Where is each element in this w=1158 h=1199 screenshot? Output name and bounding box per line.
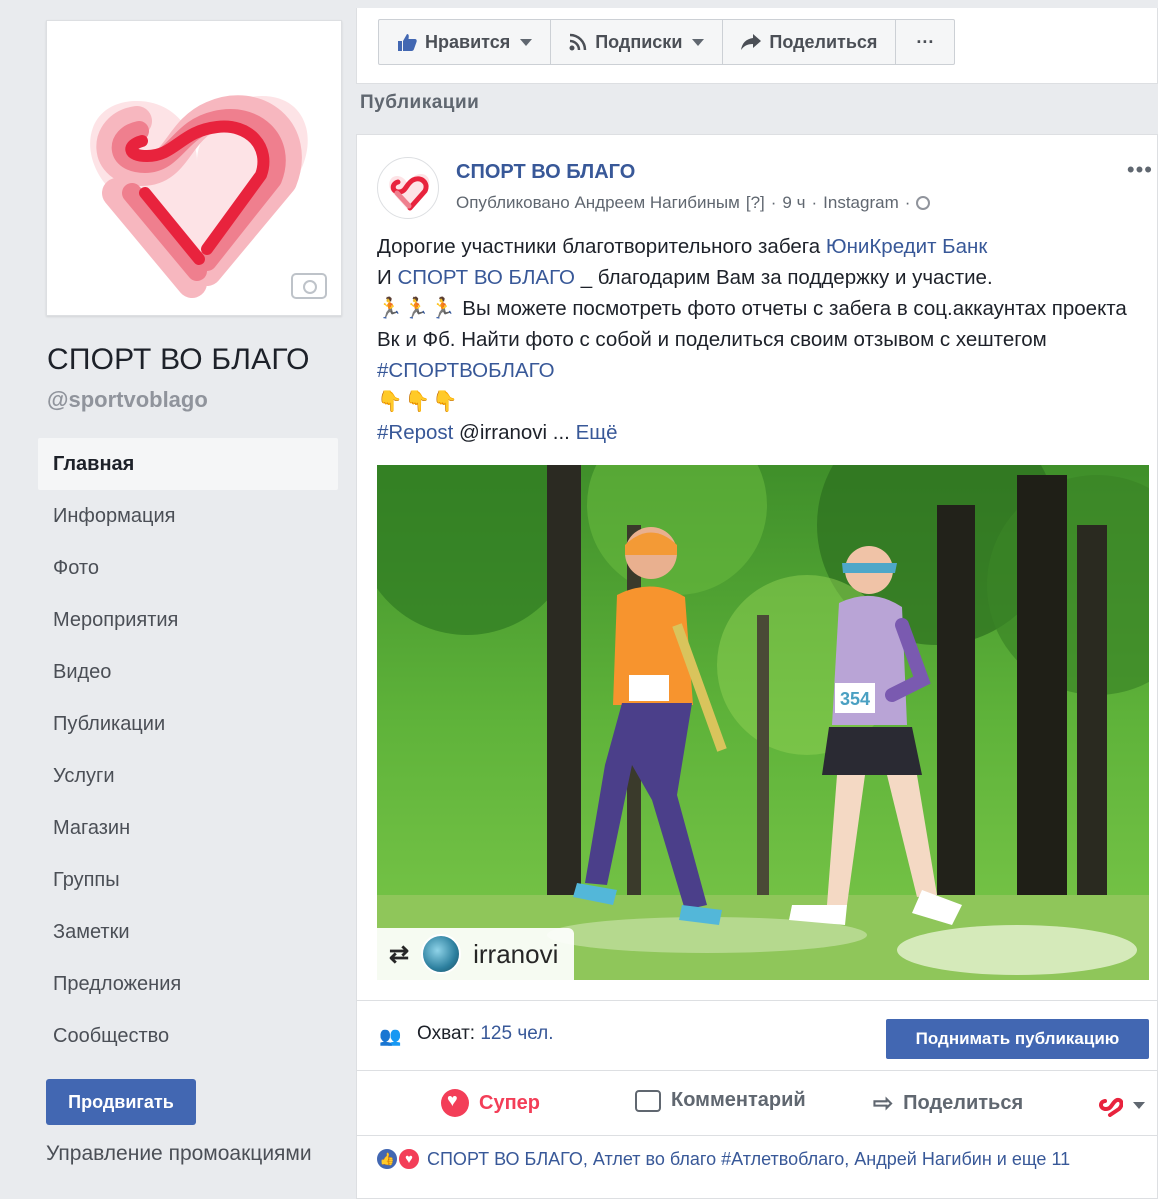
post-card: СПОРТ ВО БЛАГО Опубликовано Андреем Наги… bbox=[356, 134, 1158, 1199]
post-text-part: Вы можете посмотреть фото отчеты с забег… bbox=[377, 297, 1127, 351]
follow-label: Подписки bbox=[595, 32, 683, 52]
post-options-button[interactable]: ••• bbox=[1127, 157, 1153, 183]
sidebar-item-notes[interactable]: Заметки bbox=[38, 906, 338, 958]
rss-icon bbox=[569, 33, 587, 51]
share-post-label: Поделиться bbox=[903, 1092, 1024, 1114]
like-page-label: Нравится bbox=[425, 32, 511, 52]
page-handle[interactable]: @sportvoblago bbox=[47, 387, 208, 413]
follow-button[interactable]: Подписки bbox=[551, 20, 724, 64]
bib-number: 354 bbox=[840, 689, 870, 709]
section-title: Публикации bbox=[360, 92, 480, 113]
camera-icon[interactable] bbox=[291, 273, 327, 299]
comment-label: Комментарий bbox=[671, 1089, 806, 1111]
repost-user-avatar bbox=[421, 934, 462, 974]
sidebar-item-videos[interactable]: Видео bbox=[38, 646, 338, 698]
reach-value[interactable]: 125 чел. bbox=[480, 1023, 553, 1044]
sport-vo-blago-logo bbox=[90, 95, 308, 298]
see-more-link[interactable]: Ещё bbox=[576, 421, 618, 444]
share-page-label: Поделиться bbox=[769, 32, 878, 52]
reactors-summary[interactable]: 👍 ♥ СПОРТ ВО БЛАГО, Атлет во благо #Атле… bbox=[375, 1147, 1070, 1171]
post-text-part: _ благодарим Вам за поддержку и участие. bbox=[575, 266, 993, 289]
runners-photo: 354 bbox=[377, 465, 1149, 980]
comment-button[interactable]: Комментарий bbox=[635, 1089, 806, 1112]
like-page-button[interactable]: Нравится bbox=[379, 20, 552, 64]
repost-hashtag-link[interactable]: #Repost bbox=[377, 421, 453, 444]
chevron-down-icon bbox=[520, 38, 533, 46]
sidebar-item-home[interactable]: Главная bbox=[38, 438, 338, 490]
more-actions-button[interactable]: ··· bbox=[896, 20, 954, 64]
post-text: Дорогие участники благотворительного заб… bbox=[377, 231, 1147, 448]
sidebar-nav: Главная Информация Фото Мероприятия Виде… bbox=[38, 438, 338, 1062]
like-reaction-icon: 👍 bbox=[375, 1147, 399, 1171]
reach-row: 👥 Охват: 125 чел. Поднимать публикацию bbox=[357, 1000, 1158, 1070]
reaction-bar: Супер Комментарий ⇨ Поделиться bbox=[357, 1070, 1158, 1136]
runner-emoji: 🏃🏃🏃 bbox=[377, 297, 457, 320]
sidebar-item-services[interactable]: Услуги bbox=[38, 750, 338, 802]
repost-icon: ⇄ bbox=[389, 940, 410, 968]
comment-icon bbox=[635, 1089, 661, 1112]
share-page-button[interactable]: Поделиться bbox=[723, 20, 897, 64]
love-reaction-icon: ♥ bbox=[397, 1147, 421, 1171]
post-meta-source: Instagram bbox=[823, 193, 899, 212]
sport-vo-blago-link[interactable]: СПОРТ ВО БЛАГО bbox=[397, 266, 575, 289]
love-reaction-icon bbox=[441, 1089, 469, 1117]
sport-vo-blago-logo bbox=[1099, 1097, 1123, 1117]
sidebar-item-info[interactable]: Информация bbox=[38, 490, 338, 542]
reach-label-text: Охват: bbox=[417, 1023, 481, 1044]
sport-vo-blago-logo bbox=[389, 174, 430, 211]
page-name: СПОРТ ВО БЛАГО bbox=[47, 343, 310, 376]
post-author-avatar[interactable] bbox=[377, 157, 439, 219]
post-author-name[interactable]: СПОРТ ВО БЛАГО bbox=[456, 161, 635, 184]
share-arrow-icon bbox=[741, 34, 762, 50]
pointing-down-emoji: 👇👇👇 bbox=[377, 390, 460, 413]
post-meta-by[interactable]: Опубликовано Андреем Нагибиным bbox=[456, 193, 740, 213]
sidebar-item-events[interactable]: Мероприятия bbox=[38, 594, 338, 646]
sidebar-item-shop[interactable]: Магазин bbox=[38, 802, 338, 854]
reactors-text[interactable]: СПОРТ ВО БЛАГО, Атлет во благо #Атлетвоб… bbox=[427, 1149, 1070, 1170]
share-icon: ⇨ bbox=[873, 1090, 894, 1117]
manage-promotions-link[interactable]: Управление промоакциями bbox=[46, 1142, 312, 1166]
post-text-part: ... bbox=[552, 421, 576, 444]
super-reaction-button[interactable]: Супер bbox=[441, 1089, 540, 1117]
share-post-button[interactable]: ⇨ Поделиться bbox=[873, 1089, 1023, 1118]
sidebar-item-photos[interactable]: Фото bbox=[38, 542, 338, 594]
thumbs-up-icon bbox=[398, 34, 417, 51]
post-meta: Опубликовано Андреем Нагибиным [?] · 9 ч… bbox=[456, 193, 931, 213]
post-meta-help[interactable]: [?] bbox=[746, 193, 765, 213]
reach-label: Охват: 125 чел. bbox=[417, 1023, 554, 1045]
super-label: Супер bbox=[479, 1091, 540, 1114]
sidebar-item-community[interactable]: Сообщество bbox=[38, 1010, 338, 1062]
profile-picture[interactable] bbox=[46, 20, 342, 316]
post-text-part: И bbox=[377, 266, 398, 289]
sidebar-item-groups[interactable]: Группы bbox=[38, 854, 338, 906]
repost-username: irranovi bbox=[473, 938, 559, 969]
post-meta-time[interactable]: 9 ч bbox=[782, 193, 805, 213]
page-action-bar: Нравится Подписки Поделиться ··· bbox=[356, 8, 1158, 84]
promote-button[interactable]: Продвигать bbox=[46, 1079, 196, 1125]
post-photo[interactable]: 354 ⇄ irranovi bbox=[377, 465, 1149, 980]
sidebar-item-offers[interactable]: Предложения bbox=[38, 958, 338, 1010]
page-actions: Нравится Подписки Поделиться ··· bbox=[378, 19, 956, 65]
repost-badge: ⇄ irranovi bbox=[377, 928, 575, 980]
chevron-down-icon bbox=[1133, 1101, 1145, 1109]
hashtag-link[interactable]: #СПОРТВОБЛАГО bbox=[377, 359, 555, 382]
unicredit-link[interactable]: ЮниКредит Банк bbox=[826, 235, 987, 258]
chevron-down-icon bbox=[692, 38, 705, 46]
post-text-part: @irranovi bbox=[453, 421, 553, 444]
sidebar-item-posts[interactable]: Публикации bbox=[38, 698, 338, 750]
boost-post-button[interactable]: Поднимать публикацию bbox=[886, 1019, 1149, 1059]
globe-icon bbox=[916, 196, 931, 210]
post-text-part: Дорогие участники благотворительного заб… bbox=[377, 235, 826, 258]
acting-as-page-selector[interactable] bbox=[1097, 1093, 1145, 1117]
people-icon: 👥 bbox=[379, 1026, 402, 1046]
